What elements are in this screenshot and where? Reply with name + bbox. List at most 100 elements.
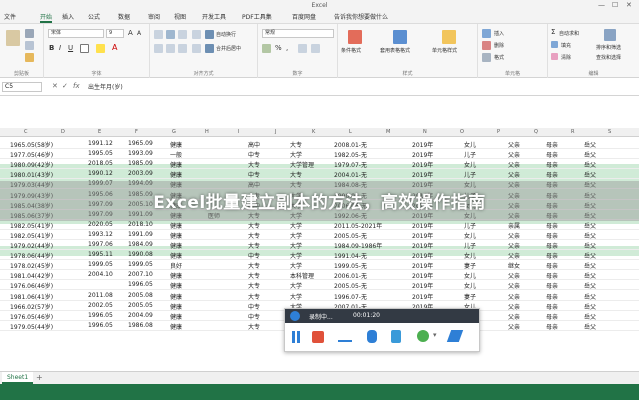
table-cell[interactable]: 1977.05(46岁) [10, 150, 53, 159]
table-cell[interactable]: 1986.08 [128, 322, 153, 329]
fill-button[interactable]: 填充 [561, 42, 571, 49]
table-cell[interactable]: 1999.05 [88, 261, 113, 268]
table-cell[interactable]: 妻子 [464, 292, 476, 301]
table-cell[interactable]: 儿子 [464, 221, 476, 230]
table-cell[interactable]: 大专 [248, 271, 260, 280]
table-cell[interactable]: 大学 [290, 221, 302, 230]
column-header[interactable]: N [423, 129, 427, 135]
table-cell[interactable]: 亲属 [508, 221, 520, 230]
table-cell[interactable]: 岳父 [584, 241, 596, 250]
table-cell[interactable]: 2005.05-无 [334, 281, 367, 290]
table-cell[interactable]: 大学 [290, 150, 302, 159]
autosum-button[interactable]: 自动求和 [559, 30, 579, 37]
table-cell[interactable]: 1991.12 [88, 140, 113, 147]
table-cell[interactable]: 大专 [248, 241, 260, 250]
table-cell[interactable]: 岳父 [584, 170, 596, 179]
column-header[interactable]: K [312, 129, 315, 135]
table-cell[interactable]: 父亲 [508, 140, 520, 149]
merge-center-icon[interactable] [205, 44, 214, 53]
table-cell[interactable]: 大专 [290, 140, 302, 149]
copy-icon[interactable] [25, 41, 34, 50]
close-icon[interactable]: ✕ [626, 1, 632, 9]
font-name-select[interactable]: 宋体 [48, 29, 104, 38]
table-cell[interactable]: 大专 [290, 170, 302, 179]
table-cell[interactable]: 岳父 [584, 261, 596, 270]
font-size-select[interactable]: 9 [106, 29, 124, 38]
table-cell[interactable]: 1999.05 [128, 261, 153, 268]
minimize-icon[interactable]: — [598, 1, 605, 9]
table-cell[interactable]: 母亲 [546, 322, 558, 331]
table-cell[interactable]: 1993.09 [128, 150, 153, 157]
menu-tab[interactable]: 审阅 [148, 13, 160, 23]
table-cell[interactable]: 母亲 [546, 160, 558, 169]
table-cell[interactable]: 1991.04-无 [334, 251, 367, 260]
increase-decimal-icon[interactable] [298, 44, 307, 53]
insert-function-icon[interactable]: fx [73, 82, 80, 90]
table-cell[interactable]: 1978.06(44岁) [10, 251, 53, 260]
table-cell[interactable]: 1990.08 [128, 251, 153, 258]
table-cell[interactable]: 母亲 [546, 251, 558, 260]
shrink-font-icon[interactable]: A [137, 30, 141, 37]
table-cell[interactable]: 2006.01-无 [334, 271, 367, 280]
table-cell[interactable]: 2019年 [412, 170, 433, 179]
pause-icon[interactable] [297, 331, 300, 343]
align-left-icon[interactable] [154, 44, 163, 53]
cursor-highlight-icon[interactable] [391, 330, 401, 343]
table-cell[interactable]: 高中 [248, 140, 260, 149]
column-header[interactable]: S [608, 129, 611, 135]
table-cell[interactable]: 父亲 [508, 170, 520, 179]
sheet-tab-sheet1[interactable]: Sheet1 [2, 372, 34, 384]
table-cell[interactable]: 1965.09 [128, 140, 153, 147]
table-cell[interactable]: 大学 [290, 261, 302, 270]
indent-icon[interactable] [192, 44, 201, 53]
table-cell[interactable]: 健康 [170, 221, 182, 230]
menu-tab[interactable]: PDF工具集 [242, 13, 272, 23]
table-cell[interactable]: 大专 [248, 221, 260, 230]
table-cell[interactable]: 1985.09 [128, 160, 153, 167]
table-cell[interactable]: 2011.05-2021年 [334, 221, 382, 230]
table-cell[interactable]: 母亲 [546, 221, 558, 230]
table-cell[interactable]: 2019年 [412, 261, 433, 270]
table-cell[interactable]: 父亲 [508, 302, 520, 311]
table-cell[interactable]: 女儿 [464, 231, 476, 240]
column-header[interactable]: I [238, 129, 239, 135]
confirm-entry-icon[interactable]: ✓ [62, 82, 68, 90]
table-cell[interactable]: 继女 [508, 261, 520, 270]
table-cell[interactable]: 2004.10 [88, 271, 113, 278]
border-icon[interactable] [80, 44, 89, 53]
column-header[interactable]: D [61, 129, 65, 135]
stop-record-icon[interactable] [312, 331, 324, 343]
menu-tab[interactable]: 开始 [40, 13, 53, 23]
table-cell[interactable]: 2005.05 [128, 302, 153, 309]
fill-color-icon[interactable] [96, 44, 105, 53]
table-cell[interactable]: 大专 [248, 281, 260, 290]
format-cells-icon[interactable] [482, 53, 491, 62]
format-painter-icon[interactable] [25, 53, 34, 62]
chevron-down-icon[interactable]: ▾ [433, 331, 437, 339]
menu-tab[interactable]: 视图 [174, 13, 186, 23]
table-cell[interactable]: 母亲 [546, 271, 558, 280]
table-cell[interactable]: 2007.10 [128, 271, 153, 278]
table-cell[interactable]: 健康 [170, 312, 182, 321]
percent-icon[interactable]: % [275, 44, 282, 52]
table-cell[interactable]: 健康 [170, 281, 182, 290]
column-header[interactable]: L [349, 129, 352, 135]
table-cell[interactable]: 1996.05 [88, 322, 113, 329]
menu-tab[interactable]: 开发工具 [202, 13, 226, 23]
menu-tab[interactable]: 插入 [62, 13, 74, 23]
format-cells-button[interactable]: 格式 [494, 54, 504, 61]
table-cell[interactable]: 岳父 [584, 302, 596, 311]
table-cell[interactable]: 岳父 [584, 322, 596, 331]
table-cell[interactable]: 中专 [248, 170, 260, 179]
align-top-icon[interactable] [154, 30, 163, 39]
align-center-icon[interactable] [166, 44, 175, 53]
table-cell[interactable]: 2019年 [412, 241, 433, 250]
table-cell[interactable]: 1981.06(41岁) [10, 292, 53, 301]
table-cell[interactable]: 1990.12 [88, 170, 113, 177]
table-cell[interactable]: 大学 [290, 292, 302, 301]
grow-font-icon[interactable]: A [128, 29, 133, 37]
table-cell[interactable]: 健康 [170, 322, 182, 331]
table-cell[interactable]: 1976.06(46岁) [10, 281, 53, 290]
align-middle-icon[interactable] [166, 30, 175, 39]
table-cell[interactable]: 母亲 [546, 312, 558, 321]
